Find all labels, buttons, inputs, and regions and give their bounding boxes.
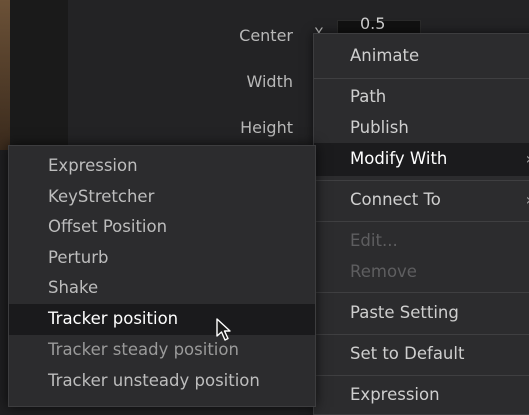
menu-separator [314, 292, 529, 293]
submenu-item-perturb[interactable]: Perturb [48, 248, 108, 267]
chevron-right-icon: › [526, 149, 529, 168]
menu-separator [314, 221, 529, 222]
menu-item-publish[interactable]: Publish [350, 118, 409, 137]
menu-item-path[interactable]: Path [350, 87, 386, 106]
submenu-item-tracker-steady-position[interactable]: Tracker steady position [48, 340, 239, 359]
menu-item-edit: Edit... [350, 231, 398, 250]
context-menu: Animate Path Publish Modify With › Conne… [313, 33, 529, 415]
menu-item-modify-with[interactable]: Modify With [350, 149, 447, 168]
submenu-item-keystretcher[interactable]: KeyStretcher [48, 187, 154, 206]
chevron-right-icon: › [526, 190, 529, 209]
inspector-side-strip [10, 0, 69, 150]
center-label: Center [239, 26, 293, 45]
submenu-item-tracker-position[interactable]: Tracker position [48, 309, 178, 328]
menu-item-paste-setting[interactable]: Paste Setting [350, 303, 459, 322]
menu-separator [314, 375, 529, 376]
submenu-item-offset-position[interactable]: Offset Position [48, 217, 167, 236]
viewer-thumbnail [0, 0, 10, 150]
menu-item-set-to-default[interactable]: Set to Default [350, 344, 464, 363]
menu-separator [314, 334, 529, 335]
modify-with-submenu: Expression KeyStretcher Offset Position … [8, 145, 316, 407]
menu-item-expression[interactable]: Expression [350, 385, 440, 404]
menu-item-animate[interactable]: Animate [350, 46, 419, 65]
mouse-pointer-icon [216, 318, 231, 341]
menu-item-connect-to[interactable]: Connect To [350, 190, 441, 209]
width-label: Width [246, 72, 293, 91]
menu-item-remove: Remove [350, 262, 417, 281]
submenu-item-expression[interactable]: Expression [48, 156, 138, 175]
menu-separator [314, 78, 529, 79]
submenu-item-shake[interactable]: Shake [48, 278, 98, 297]
menu-separator [314, 180, 529, 181]
height-label: Height [240, 118, 293, 137]
center-x-value: 0.5 [360, 14, 386, 33]
submenu-item-tracker-unsteady-position[interactable]: Tracker unsteady position [48, 371, 260, 390]
